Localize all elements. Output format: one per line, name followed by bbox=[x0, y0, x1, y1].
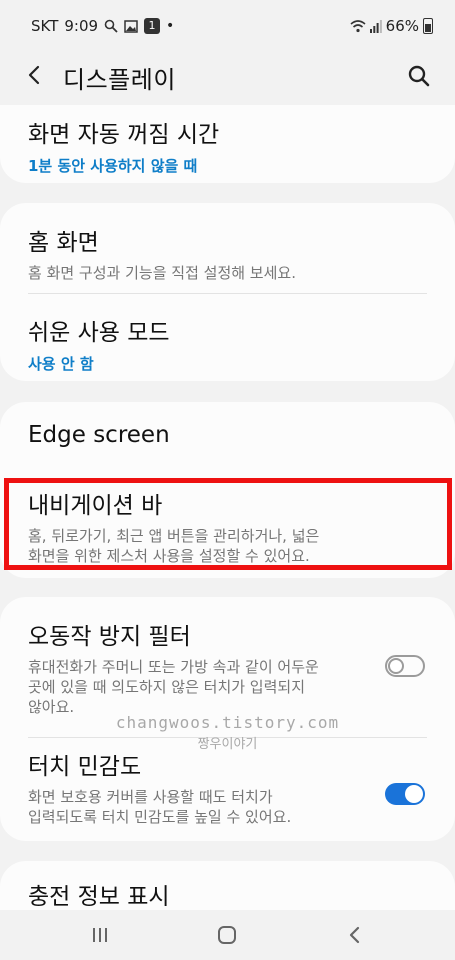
setting-title: 쉬운 사용 모드 bbox=[28, 320, 170, 346]
setting-value: 사용 안 함 bbox=[28, 355, 94, 373]
divider bbox=[28, 737, 427, 738]
description-line: 화면 보호용 커버를 사용할 때도 터치가 bbox=[28, 788, 273, 806]
home-button[interactable] bbox=[212, 922, 242, 948]
more-notifications-dot: • bbox=[166, 18, 175, 34]
setting-title: Edge screen bbox=[28, 422, 170, 448]
setting-charging-info[interactable]: 충전 정보 표시 bbox=[28, 877, 427, 910]
accidental-touch-toggle[interactable] bbox=[385, 655, 425, 677]
setting-description: 홈 화면 구성과 기능을 직접 설정해 보세요. bbox=[28, 264, 296, 282]
divider bbox=[28, 293, 427, 294]
notification-badge: 1 bbox=[144, 18, 161, 34]
setting-title: 충전 정보 표시 bbox=[28, 884, 170, 910]
description-line: 않아요. bbox=[28, 698, 75, 716]
signal-icon bbox=[369, 19, 382, 33]
back-button[interactable] bbox=[20, 60, 50, 90]
description-line: 곳에 있을 때 의도하지 않은 터치가 입력되지 bbox=[28, 678, 306, 696]
setting-description: 휴대전화가 주머니 또는 가방 속과 같이 어두운 곳에 있을 때 의도하지 않… bbox=[28, 657, 365, 717]
recent-apps-button[interactable] bbox=[85, 922, 115, 948]
setting-title: 홈 화면 bbox=[28, 230, 99, 256]
back-nav-button[interactable] bbox=[340, 922, 370, 948]
wifi-icon bbox=[350, 19, 366, 32]
recent-apps-icon bbox=[93, 928, 107, 942]
setting-title: 화면 자동 꺼짐 시간 bbox=[28, 122, 220, 148]
status-left: SKT 9:09 1 • bbox=[31, 17, 174, 35]
setting-touch-sensitivity[interactable]: 터치 민감도 화면 보호용 커버를 사용할 때도 터치가 입력되도록 터치 민감… bbox=[28, 747, 365, 827]
status-right: 66% bbox=[350, 17, 433, 35]
card-touch: 오동작 방지 필터 휴대전화가 주머니 또는 가방 속과 같이 어두운 곳에 있… bbox=[0, 597, 455, 841]
description-line: 입력되도록 터치 민감도를 높일 수 있어요. bbox=[28, 808, 292, 826]
toggle-knob bbox=[388, 658, 404, 674]
image-icon bbox=[124, 19, 138, 33]
app-bar: 디스플레이 bbox=[0, 50, 455, 102]
clock: 9:09 bbox=[64, 17, 99, 35]
battery-percent: 66% bbox=[385, 17, 419, 35]
toggle-knob bbox=[405, 785, 423, 803]
touch-sensitivity-toggle[interactable] bbox=[385, 783, 425, 805]
search-icon bbox=[408, 65, 430, 87]
page-title: 디스플레이 bbox=[63, 66, 176, 94]
setting-title: 터치 민감도 bbox=[28, 754, 142, 780]
setting-value: 1분 동안 사용하지 않을 때 bbox=[28, 157, 198, 175]
settings-list[interactable]: 화면 자동 꺼짐 시간 1분 동안 사용하지 않을 때 홈 화면 홈 화면 구성… bbox=[0, 105, 455, 910]
setting-description: 화면 보호용 커버를 사용할 때도 터치가 입력되도록 터치 민감도를 높일 수… bbox=[28, 787, 365, 827]
setting-easy-mode[interactable]: 쉬운 사용 모드 사용 안 함 bbox=[28, 313, 427, 374]
back-arrow-icon bbox=[28, 65, 40, 85]
carrier-label: SKT bbox=[31, 17, 59, 35]
setting-home-screen[interactable]: 홈 화면 홈 화면 구성과 기능을 직접 설정해 보세요. bbox=[28, 223, 427, 283]
search-icon bbox=[104, 19, 118, 33]
battery-icon bbox=[423, 18, 433, 34]
description-line: 휴대전화가 주머니 또는 가방 속과 같이 어두운 bbox=[28, 658, 319, 676]
setting-edge-screen[interactable]: Edge screen bbox=[28, 422, 427, 448]
home-icon bbox=[218, 926, 236, 944]
search-button[interactable] bbox=[405, 62, 433, 90]
navigation-bar bbox=[0, 910, 455, 960]
card-home-easy: 홈 화면 홈 화면 구성과 기능을 직접 설정해 보세요. 쉬운 사용 모드 사… bbox=[0, 203, 455, 381]
card-charging: 충전 정보 표시 bbox=[0, 861, 455, 910]
setting-screen-timeout[interactable]: 화면 자동 꺼짐 시간 1분 동안 사용하지 않을 때 bbox=[28, 115, 427, 176]
card-screen-timeout: 화면 자동 꺼짐 시간 1분 동안 사용하지 않을 때 bbox=[0, 105, 455, 183]
setting-accidental-touch[interactable]: 오동작 방지 필터 휴대전화가 주머니 또는 가방 속과 같이 어두운 곳에 있… bbox=[28, 617, 365, 717]
status-bar: SKT 9:09 1 • 66% bbox=[0, 0, 455, 48]
setting-title: 오동작 방지 필터 bbox=[28, 624, 191, 650]
highlight-box bbox=[4, 478, 452, 570]
back-icon bbox=[349, 926, 360, 944]
